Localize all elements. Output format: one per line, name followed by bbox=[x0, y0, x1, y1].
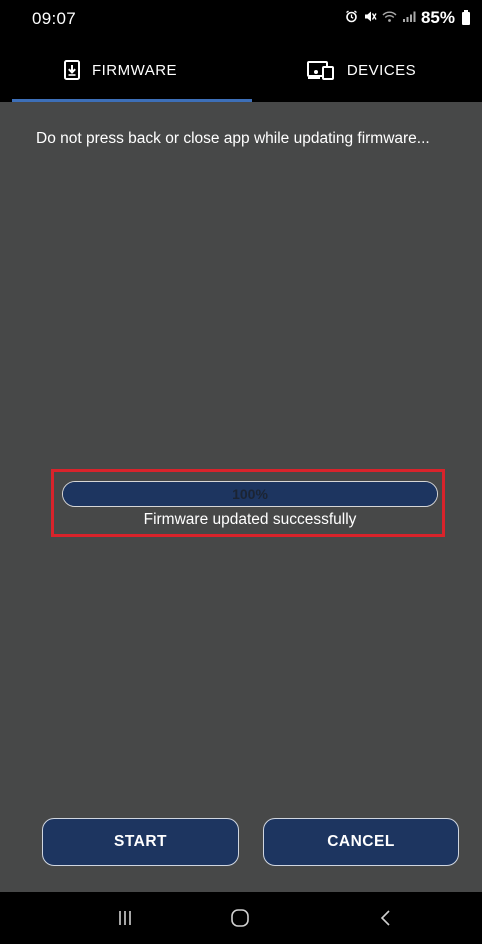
tab-devices-label: DEVICES bbox=[346, 61, 417, 79]
update-warning-message: Do not press back or close app while upd… bbox=[36, 130, 430, 147]
firmware-update-screen: 09:07 85% FIRMWARE DEVICES Do not press … bbox=[0, 0, 482, 944]
home-icon[interactable] bbox=[210, 892, 270, 944]
devices-icon bbox=[306, 60, 335, 80]
cancel-button[interactable]: CANCEL bbox=[263, 818, 459, 866]
battery-icon bbox=[462, 9, 470, 25]
progress-percent-label: 100% bbox=[232, 486, 268, 502]
progress-status-text: Firmware updated successfully bbox=[143, 511, 357, 528]
wifi-icon bbox=[382, 10, 397, 26]
recents-icon[interactable] bbox=[95, 892, 155, 944]
active-tab-indicator bbox=[12, 99, 252, 102]
mute-icon bbox=[363, 10, 377, 26]
back-icon[interactable] bbox=[356, 892, 416, 944]
status-time: 09:07 bbox=[32, 9, 77, 28]
status-icons: 85% bbox=[345, 8, 470, 28]
tab-firmware[interactable]: FIRMWARE bbox=[0, 38, 241, 102]
status-bar: 09:07 85% bbox=[0, 0, 482, 38]
firmware-progress-bar: 100% bbox=[62, 481, 438, 507]
tab-firmware-label: FIRMWARE bbox=[91, 61, 178, 79]
start-button[interactable]: START bbox=[42, 818, 239, 866]
download-device-icon bbox=[63, 60, 80, 80]
signal-icon bbox=[402, 10, 416, 26]
battery-percent: 85% bbox=[420, 8, 455, 27]
alarm-icon bbox=[345, 10, 358, 26]
system-nav-bar bbox=[0, 892, 482, 944]
tab-devices[interactable]: DEVICES bbox=[241, 38, 482, 102]
tab-bar: FIRMWARE DEVICES bbox=[0, 38, 482, 102]
